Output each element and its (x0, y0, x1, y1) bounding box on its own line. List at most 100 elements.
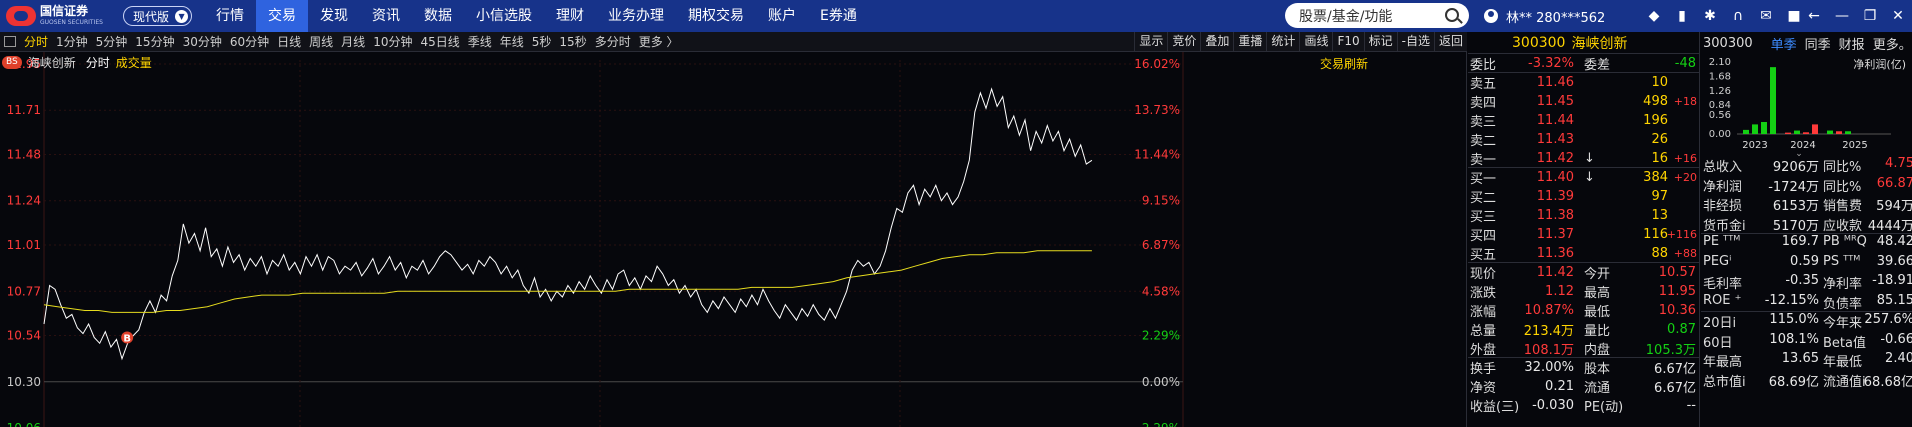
stats2-row-0: 换手 32.00% 股本 6.67亿 (1468, 358, 1699, 377)
bs-badge[interactable]: BS (2, 56, 22, 69)
period-tab-10[interactable]: 45日线 (416, 33, 463, 50)
fin-tab-1[interactable]: 同季 (1805, 34, 1831, 53)
chart-tool-0[interactable]: 显示 (1134, 32, 1167, 52)
nav-item-0[interactable]: 行情 (204, 0, 256, 32)
fin-label-2: 净利率 (1823, 277, 1863, 292)
back-icon[interactable]: ← (1800, 8, 1828, 24)
fin-label-2: 今年来 (1823, 316, 1863, 331)
period-tab-7[interactable]: 周线 (305, 33, 337, 50)
panel-toggle-icon[interactable] (4, 36, 16, 47)
fin-label-2: Beta值 (1823, 335, 1866, 351)
nav-item-5[interactable]: 小信选股 (464, 0, 544, 32)
headset-icon[interactable]: ∩ (1724, 0, 1752, 32)
restore-icon[interactable]: ❐ (1856, 8, 1884, 24)
period-tab-12[interactable]: 年线 (496, 33, 528, 50)
nav-item-10[interactable]: E券通 (808, 0, 869, 32)
period-tab-14[interactable]: 15秒 (555, 33, 590, 50)
y-tick-label: 11.48 (7, 148, 41, 162)
y-tick-pct-label: 16.02% (1134, 57, 1180, 71)
y-tick-label: 11.01 (7, 238, 41, 252)
logo-subtext: GUOSEN SECURITIES (40, 19, 103, 26)
buy-row-3: 买四 11.37 116 +116 (1468, 225, 1699, 244)
user-account[interactable]: 林** 280***562 (1484, 0, 1605, 32)
chart-tool-3[interactable]: 重播 (1233, 32, 1266, 52)
period-tab-9[interactable]: 10分钟 (369, 33, 416, 50)
period-tab-4[interactable]: 30分钟 (179, 33, 226, 50)
period-tab-2[interactable]: 5分钟 (92, 33, 132, 50)
stats-row-4: 外盘 108.1万 内盘 105.3万 (1468, 339, 1699, 358)
nav-item-7[interactable]: 业务办理 (596, 0, 676, 32)
fin-label-2: 同比% (1823, 160, 1862, 175)
sell-row-3-label: 卖二 (1470, 134, 1497, 149)
fin-row-8: 20日i 115.0% 今年来 257.6% (1701, 312, 1912, 332)
nav-item-6[interactable]: 理财 (544, 0, 596, 32)
minimize-icon[interactable]: — (1828, 8, 1856, 24)
period-tab-6[interactable]: 日线 (273, 33, 305, 50)
stats-value-1: 213.4万 (1523, 324, 1574, 339)
nav-item-8[interactable]: 期权交易 (676, 0, 756, 32)
fin-value-1: 68.69亿 (1768, 374, 1819, 390)
sell-row-2: 卖三 11.44 196 (1468, 111, 1699, 130)
close-icon[interactable]: ✕ (1884, 8, 1912, 24)
buy-row-0-price: 11.40 (1536, 170, 1574, 185)
chart-tool-8[interactable]: -自选 (1396, 32, 1434, 52)
fin-y-tick: 1.26 (1709, 86, 1731, 97)
search-icon[interactable] (1445, 8, 1459, 22)
period-tab-16[interactable]: 更多 〉 (635, 33, 683, 50)
sell-row-1-change: +18 (1673, 95, 1697, 108)
stats-value-1: 11.42 (1536, 265, 1574, 280)
version-mode-label: 现代版 (133, 9, 170, 24)
bell-icon[interactable]: ▮ (1668, 0, 1696, 32)
period-tab-5[interactable]: 60分钟 (226, 33, 273, 50)
gear-icon[interactable]: ✱ (1696, 0, 1724, 32)
period-tab-15[interactable]: 多分时 (591, 33, 635, 50)
fin-tab-2[interactable]: 财报 (1839, 34, 1865, 53)
mail-icon[interactable]: ✉ (1752, 0, 1780, 32)
chart-tool-1[interactable]: 竞价 (1167, 32, 1200, 52)
buy-row-0-arrow-icon: ↓ (1584, 170, 1595, 185)
buy-row-3-label: 买四 (1470, 229, 1497, 244)
nav-item-9[interactable]: 账户 (756, 0, 808, 32)
stats-value-1: 10.87% (1524, 303, 1574, 318)
period-tab-13[interactable]: 5秒 (528, 33, 556, 50)
stats-label-2: 最高 (1584, 286, 1611, 301)
nav-item-3[interactable]: 资讯 (360, 0, 412, 32)
layers-icon[interactable]: ◆ (1640, 0, 1668, 32)
buy-row-3-change: +116 (1666, 228, 1697, 241)
chart-tool-2[interactable]: 叠加 (1200, 32, 1233, 52)
stats-label-1: 涨幅 (1470, 305, 1497, 320)
period-tab-8[interactable]: 月线 (337, 33, 369, 50)
chart-tool-5[interactable]: 画线 (1299, 32, 1332, 52)
stats-label-2: 内盘 (1584, 342, 1611, 358)
order-book: 委比 -3.32% 委差 -48 卖五 11.46 10 卖四 11.45 498 +18 卖三 11.… (1468, 54, 1699, 415)
nav-item-4[interactable]: 数据 (412, 0, 464, 32)
nav-item-2[interactable]: 发现 (308, 0, 360, 32)
fin-tab-3[interactable]: 更多。 (1873, 34, 1912, 53)
chart-tool-6[interactable]: F10 (1332, 32, 1363, 52)
intraday-chart-svg: 11.95 16.02%11.71 13.73%11.48 11.44%11.24 9.… (7, 52, 1184, 427)
chart-tool-7[interactable]: 标记 (1363, 32, 1397, 52)
stats-value-1: 1.12 (1545, 284, 1574, 299)
legend-volume-label[interactable]: 成交量 (116, 54, 152, 71)
chart-tool-4[interactable]: 统计 (1266, 32, 1299, 52)
period-tab-1[interactable]: 1分钟 (52, 33, 92, 50)
nav-item-1[interactable]: 交易 (256, 0, 309, 32)
y-tick-pct-label: 13.73% (1134, 103, 1180, 117)
chart-tool-9[interactable]: 返回 (1433, 32, 1467, 52)
trade-refresh-label[interactable]: 交易刷新 (1320, 55, 1368, 72)
order-diff-value: -48 (1674, 55, 1696, 71)
fin-collapse-icon: ⌄ (1795, 149, 1803, 156)
fin-bar (1836, 131, 1842, 134)
period-tab-0[interactable]: 分时 (20, 33, 52, 50)
fin-label-1: 20日i (1703, 316, 1737, 331)
period-tab-3[interactable]: 15分钟 (131, 33, 178, 50)
y-tick-pct-label: 9.15% (1142, 194, 1180, 208)
fin-row-6: 毛利率 -0.35 净利率 -18.91 (1701, 273, 1912, 293)
intraday-chart[interactable]: 11.95 16.02% 11.71 13.73% 11.48 11.44% 11.24 9.… (0, 52, 1467, 427)
version-mode-selector[interactable]: 现代版 ▼ (123, 6, 193, 26)
stats-value-2: 10.36 (1658, 303, 1696, 318)
period-tab-11[interactable]: 季线 (464, 33, 496, 50)
order-ratio-label: 委比 (1470, 57, 1497, 73)
fin-tab-0[interactable]: 单季 (1771, 34, 1797, 53)
stock-search-input[interactable]: 股票/基金/功能 (1285, 3, 1469, 28)
